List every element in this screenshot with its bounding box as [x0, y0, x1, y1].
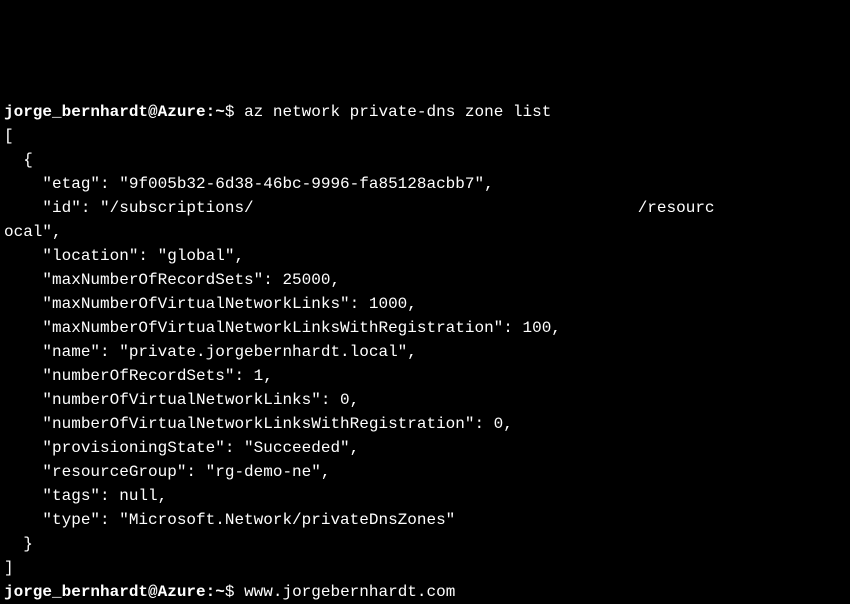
prompt-path: ~ — [215, 583, 225, 601]
output-line: "location": "global", — [4, 247, 244, 265]
output-line: } — [4, 535, 33, 553]
prompt-user: jorge_bernhardt@Azure — [4, 583, 206, 601]
prompt-dollar: $ — [225, 583, 244, 601]
output-line: ] — [4, 559, 14, 577]
command-input[interactable]: www.jorgebernhardt.com — [244, 583, 455, 601]
output-line: "numberOfVirtualNetworkLinksWithRegistra… — [4, 415, 513, 433]
output-line: { — [4, 151, 33, 169]
output-line: "id": "/subscriptions/ /resourc — [4, 199, 715, 217]
output-line: [ — [4, 127, 14, 145]
prompt-sep: : — [206, 583, 216, 601]
output-line: "tags": null, — [4, 487, 167, 505]
output-line: "numberOfVirtualNetworkLinks": 0, — [4, 391, 359, 409]
command-input[interactable]: az network private-dns zone list — [244, 103, 551, 121]
output-line: "etag": "9f005b32-6d38-46bc-9996-fa85128… — [4, 175, 494, 193]
prompt-sep: : — [206, 103, 216, 121]
output-line: "type": "Microsoft.Network/privateDnsZon… — [4, 511, 455, 529]
output-line: "maxNumberOfVirtualNetworkLinksWithRegis… — [4, 319, 561, 337]
output-line: "provisioningState": "Succeeded", — [4, 439, 359, 457]
output-line: ocal", — [4, 223, 62, 241]
output-line: "name": "private.jorgebernhardt.local", — [4, 343, 417, 361]
output-line: "maxNumberOfRecordSets": 25000, — [4, 271, 340, 289]
output-line: "maxNumberOfVirtualNetworkLinks": 1000, — [4, 295, 417, 313]
prompt-path: ~ — [215, 103, 225, 121]
output-line: "numberOfRecordSets": 1, — [4, 367, 273, 385]
prompt-dollar: $ — [225, 103, 244, 121]
prompt-user: jorge_bernhardt@Azure — [4, 103, 206, 121]
output-line: "resourceGroup": "rg-demo-ne", — [4, 463, 330, 481]
